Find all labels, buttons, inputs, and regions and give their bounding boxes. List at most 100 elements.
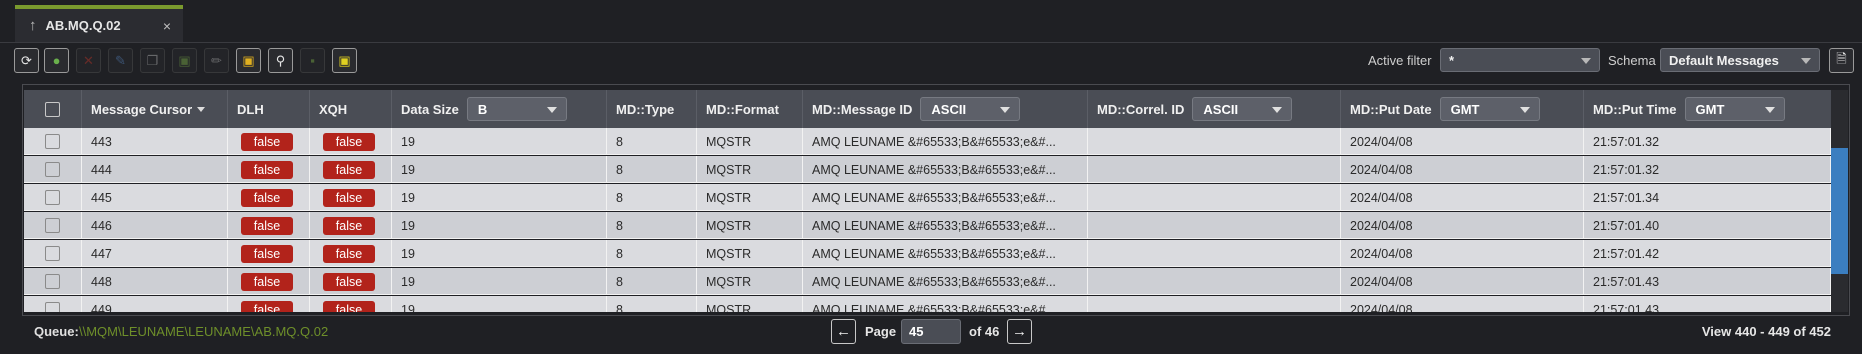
row-checkbox[interactable] — [45, 274, 60, 289]
active-filter-select[interactable]: * — [1440, 48, 1600, 72]
col-message-cursor[interactable]: Message Cursor — [82, 90, 228, 128]
put-date-tz-select[interactable]: GMT — [1439, 97, 1540, 121]
cell-correl — [1088, 268, 1341, 295]
chevron-down-icon — [1581, 58, 1591, 64]
refresh-button[interactable]: ⟳ — [14, 48, 39, 73]
status-badge: false — [323, 216, 375, 235]
table-row[interactable]: 449 false false 19 8 MQSTR AMQ LEUNAME &#65533… — [24, 296, 1831, 312]
sort-desc-icon — [197, 106, 206, 112]
tab-queue[interactable]: ↑ AB.MQ.Q.02 × — [15, 5, 183, 42]
cell-cursor: 449 — [82, 296, 228, 312]
active-filter-value: * — [1449, 53, 1455, 68]
table-row[interactable]: 448 false false 19 8 MQSTR AMQ LEUNAME &#65533… — [24, 268, 1831, 295]
status-badge: false — [241, 132, 293, 151]
cell-xqh: false — [310, 156, 392, 183]
table-row[interactable]: 445 false false 19 8 MQSTR AMQ LEUNAME &#65533… — [24, 184, 1831, 211]
cell-type: 8 — [607, 240, 697, 267]
schema-select[interactable]: Default Messages — [1660, 48, 1820, 72]
row-checkbox-cell — [24, 128, 82, 155]
cell-size: 19 — [392, 240, 607, 267]
cell-xqh: false — [310, 184, 392, 211]
message-id-encoding-select[interactable]: ASCII — [920, 97, 1021, 121]
status-badge: false — [323, 160, 375, 179]
col-data-size[interactable]: Data Size B — [392, 90, 607, 128]
footer: Queue: \\MQM\LEUNAME\LEUNAME\AB.MQ.Q.02 … — [0, 314, 1862, 354]
table-row[interactable]: 447 false false 19 8 MQSTR AMQ LEUNAME &#65533… — [24, 240, 1831, 267]
cell-xqh: false — [310, 240, 392, 267]
cell-format: MQSTR — [697, 268, 803, 295]
row-checkbox[interactable] — [45, 302, 60, 312]
status-badge: false — [241, 244, 293, 263]
col-md-format[interactable]: MD::Format — [697, 90, 803, 128]
edit-button[interactable]: ✎ — [108, 48, 133, 73]
row-checkbox[interactable] — [45, 246, 60, 261]
cell-correl — [1088, 128, 1341, 155]
import-button[interactable]: ▣ — [236, 48, 261, 73]
cell-dlh: false — [228, 212, 310, 239]
row-checkbox[interactable] — [45, 162, 60, 177]
add-button[interactable]: ● — [44, 48, 69, 73]
cell-correl — [1088, 296, 1341, 312]
chevron-down-icon — [1519, 107, 1530, 113]
active-filter-label: Active filter — [1368, 53, 1432, 68]
pencil-icon: ✏ — [211, 52, 222, 68]
cell-size: 19 — [392, 156, 607, 183]
message-id-encoding-value: ASCII — [931, 102, 967, 117]
save-button[interactable]: ▪ — [300, 48, 325, 73]
message-grid: Message Cursor DLH XQH Data Size B MD::T… — [24, 90, 1831, 312]
col-md-correl-id[interactable]: MD::Correl. ID ASCII — [1088, 90, 1341, 128]
col-md-message-id[interactable]: MD::Message ID ASCII — [803, 90, 1088, 128]
select-all-checkbox-cell[interactable] — [24, 90, 82, 128]
prev-page-button[interactable]: ← — [831, 319, 856, 344]
cell-format: MQSTR — [697, 128, 803, 155]
col-md-type-label: MD::Type — [616, 101, 675, 117]
col-md-put-date[interactable]: MD::Put Date GMT — [1341, 90, 1584, 128]
put-time-tz-select[interactable]: GMT — [1684, 97, 1785, 121]
cell-type: 8 — [607, 212, 697, 239]
page-number-input[interactable]: 45 — [901, 319, 961, 344]
cell-msgid: AMQ LEUNAME &#65533;B&#65533;e&#... — [803, 296, 1088, 312]
table-row[interactable]: 443 false false 19 8 MQSTR AMQ LEUNAME &#65533… — [24, 128, 1831, 155]
search-button[interactable]: ⚲ — [268, 48, 293, 73]
document-export-button[interactable]: 🗎 — [1829, 48, 1854, 73]
table-row[interactable]: 444 false false 19 8 MQSTR AMQ LEUNAME &#65533… — [24, 156, 1831, 183]
next-page-button[interactable]: → — [1007, 319, 1032, 344]
col-xqh[interactable]: XQH — [310, 90, 392, 128]
row-checkbox-cell — [24, 296, 82, 312]
cell-cursor: 445 — [82, 184, 228, 211]
row-checkbox[interactable] — [45, 218, 60, 233]
col-dlh[interactable]: DLH — [228, 90, 310, 128]
pencil-button[interactable]: ✏ — [204, 48, 229, 73]
save-icon: ▪ — [310, 53, 315, 68]
cell-date: 2024/04/08 — [1341, 156, 1584, 183]
table-row[interactable]: 446 false false 19 8 MQSTR AMQ LEUNAME &#65533… — [24, 212, 1831, 239]
row-checkbox[interactable] — [45, 134, 60, 149]
row-checkbox-cell — [24, 240, 82, 267]
copy-button[interactable]: ❐ — [140, 48, 165, 73]
cell-time: 21:57:01.40 — [1584, 212, 1831, 239]
data-size-unit-select[interactable]: B — [466, 97, 567, 121]
cell-dlh: false — [228, 184, 310, 211]
col-md-put-time[interactable]: MD::Put Time GMT — [1584, 90, 1831, 128]
save-as-button[interactable]: ▣ — [332, 48, 357, 73]
row-checkbox[interactable] — [45, 190, 60, 205]
col-md-message-id-label: MD::Message ID — [812, 101, 913, 117]
export-button[interactable]: ▣ — [172, 48, 197, 73]
search-icon: ⚲ — [275, 52, 286, 68]
arrow-right-icon: → — [1012, 323, 1027, 340]
select-all-checkbox[interactable] — [45, 101, 60, 117]
cell-date: 2024/04/08 — [1341, 128, 1584, 155]
cell-type: 8 — [607, 184, 697, 211]
cell-msgid: AMQ LEUNAME &#65533;B&#65533;e&#... — [803, 268, 1088, 295]
export-icon: ▣ — [178, 52, 191, 68]
delete-button[interactable]: ✕ — [76, 48, 101, 73]
cell-cursor: 446 — [82, 212, 228, 239]
arrow-up-icon: ↑ — [29, 17, 37, 34]
grid-scrollbar-thumb[interactable] — [1831, 148, 1848, 274]
col-md-type[interactable]: MD::Type — [607, 90, 697, 128]
cell-msgid: AMQ LEUNAME &#65533;B&#65533;e&#... — [803, 156, 1088, 183]
correl-id-encoding-select[interactable]: ASCII — [1192, 97, 1293, 121]
page-label: Page — [865, 324, 897, 339]
edit-icon: ✎ — [115, 52, 126, 68]
close-icon[interactable]: × — [163, 18, 171, 34]
